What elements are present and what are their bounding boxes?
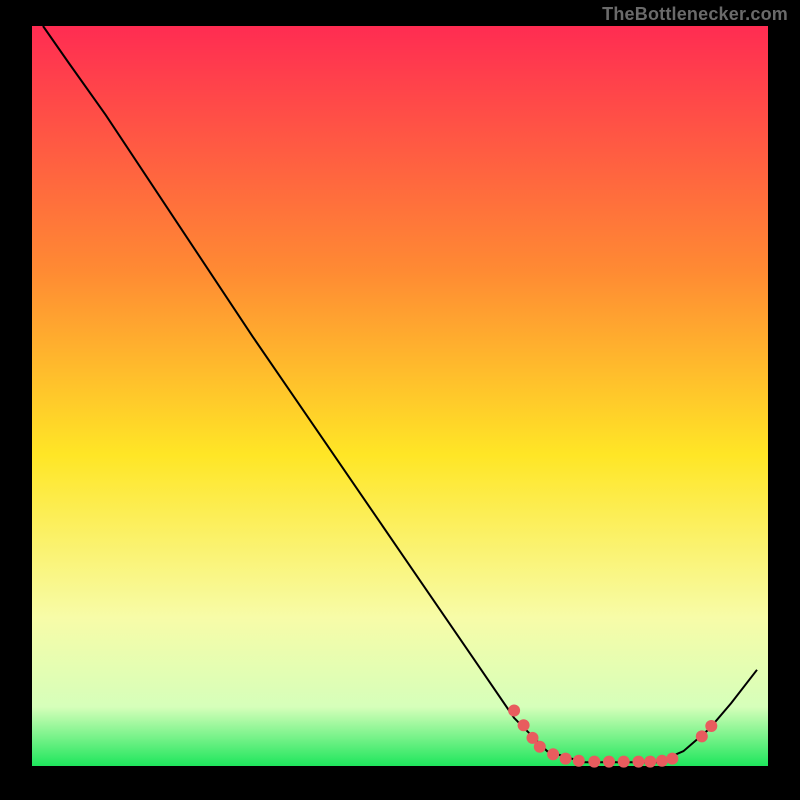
data-dot [618, 756, 630, 768]
data-dot [547, 748, 559, 760]
data-dot [656, 755, 668, 767]
data-dot [603, 756, 615, 768]
data-dot [705, 720, 717, 732]
data-dot [644, 756, 656, 768]
watermark-text: TheBottlenecker.com [602, 4, 788, 25]
chart-svg [0, 0, 800, 800]
chart-stage: TheBottlenecker.com [0, 0, 800, 800]
data-dot [696, 730, 708, 742]
data-dot [518, 719, 530, 731]
data-dot [633, 756, 645, 768]
data-dot [508, 705, 520, 717]
data-dot [588, 756, 600, 768]
data-dot [666, 753, 678, 765]
data-dot [534, 741, 546, 753]
gradient-background [32, 26, 768, 766]
plot-area [32, 26, 768, 768]
data-dot [573, 755, 585, 767]
bottom-border [32, 766, 768, 768]
data-dot [560, 753, 572, 765]
